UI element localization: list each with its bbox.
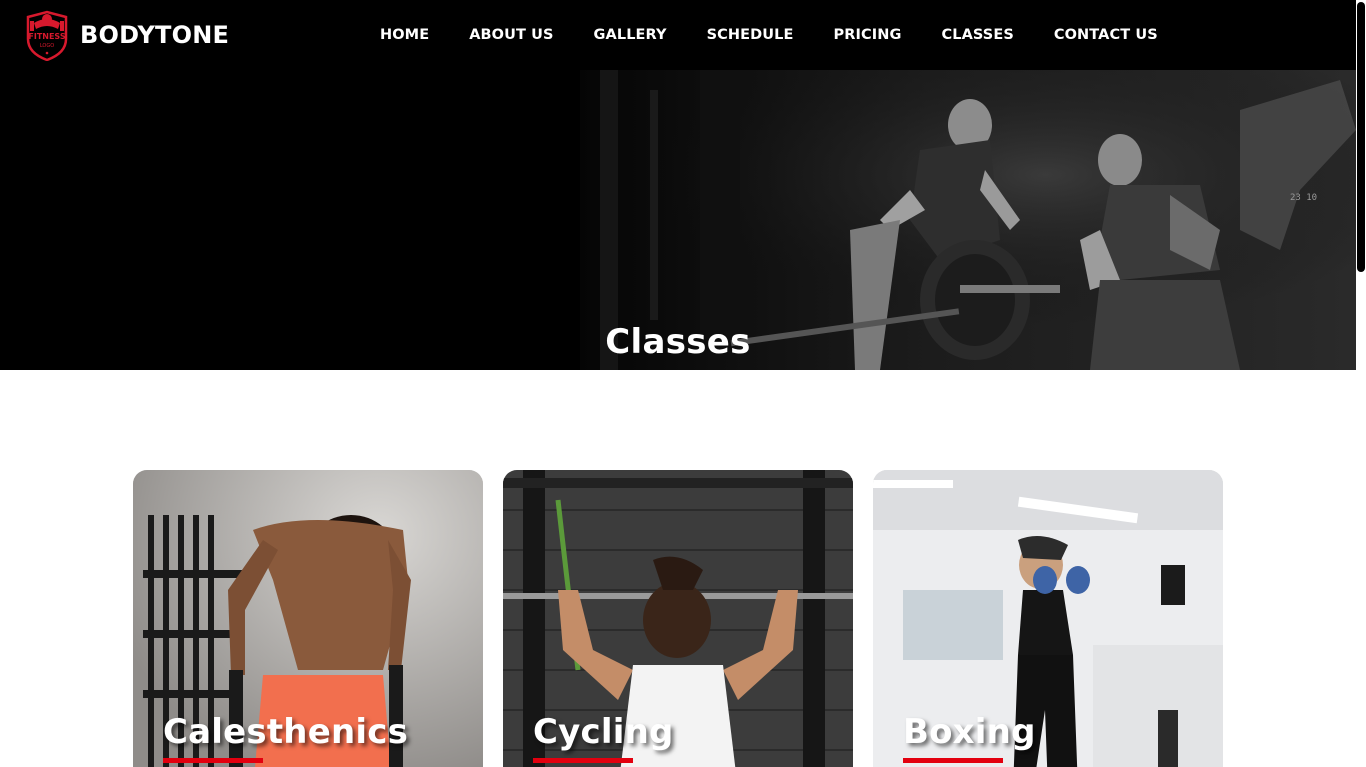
nav-contact-us[interactable]: CONTACT US	[1054, 27, 1158, 43]
page: 23 10 Classes FITNESS LOGO BODYTONE HOME…	[0, 0, 1366, 767]
class-card-calesthenics[interactable]: Calesthenics	[133, 470, 483, 767]
scrollbar-thumb[interactable]	[1357, 2, 1365, 272]
nav-pricing[interactable]: PRICING	[834, 27, 902, 43]
page-scrollbar[interactable]	[1356, 0, 1366, 767]
brand[interactable]: FITNESS LOGO BODYTONE	[24, 9, 229, 61]
title-underline	[163, 758, 263, 763]
classes-grid: Calesthenics Cycling Boxing	[133, 470, 1243, 767]
logo-text-bottom: LOGO	[40, 43, 54, 49]
title-underline	[533, 758, 633, 763]
class-card-title: Calesthenics	[163, 712, 409, 752]
site-header: FITNESS LOGO BODYTONE HOME ABOUT US GALL…	[0, 0, 1356, 70]
svg-text:23 10: 23 10	[1290, 193, 1317, 203]
page-title: Classes	[605, 322, 751, 362]
brand-name: BODYTONE	[80, 21, 230, 49]
class-card-cycling[interactable]: Cycling	[503, 470, 853, 767]
class-card-boxing[interactable]: Boxing	[873, 470, 1223, 767]
class-card-title: Boxing	[903, 712, 1036, 752]
fitness-logo-icon: FITNESS LOGO	[26, 10, 68, 61]
main-nav: HOME ABOUT US GALLERY SCHEDULE PRICING C…	[380, 0, 1198, 70]
nav-home[interactable]: HOME	[380, 27, 429, 43]
nav-schedule[interactable]: SCHEDULE	[707, 27, 794, 43]
title-underline	[903, 758, 1003, 763]
logo-text-top: FITNESS	[28, 32, 65, 41]
nav-gallery[interactable]: GALLERY	[594, 27, 667, 43]
class-card-title: Cycling	[533, 712, 674, 752]
nav-classes[interactable]: CLASSES	[942, 27, 1014, 43]
nav-about-us[interactable]: ABOUT US	[469, 27, 553, 43]
